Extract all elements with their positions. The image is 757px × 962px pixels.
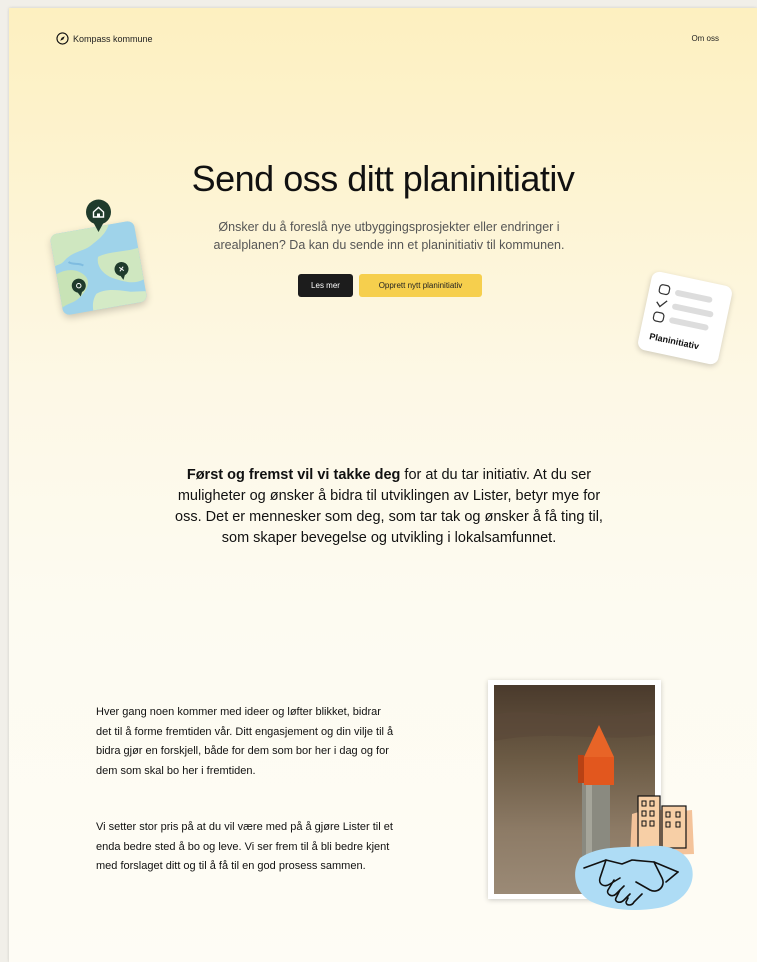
statement-bold: Først og fremst vil vi takke deg [186,467,401,483]
page: Kompass kommune Om oss Send oss ditt pla… [9,8,757,962]
body-paragraph-2: Vi setter stor pris på at du vil være me… [96,821,393,872]
map-image [49,220,148,316]
map-illustration [49,220,148,316]
nav-about-link[interactable]: Om oss [691,34,719,43]
handshake-icon [575,845,693,910]
hero-subtitle: Ønsker du å foreslå nye utbyggingsprosje… [213,220,565,252]
thank-you-statement: Først og fremst vil vi takke deg for at … [164,465,614,549]
home-pin-icon [86,199,111,232]
brand-name: Kompass kommune [73,33,153,44]
brand-logo-link[interactable]: Kompass kommune [56,32,153,45]
body-paragraph-1: Hver gang noen kommer med ideer og løfte… [96,706,394,777]
compass-icon [56,32,69,45]
create-initiative-button[interactable]: Opprett nytt planinitiativ [359,274,482,297]
page-title: Send oss ditt planinitiativ [191,158,575,199]
read-more-button[interactable]: Les mer [298,274,353,297]
checklist-card: Planinitiativ [636,270,734,366]
